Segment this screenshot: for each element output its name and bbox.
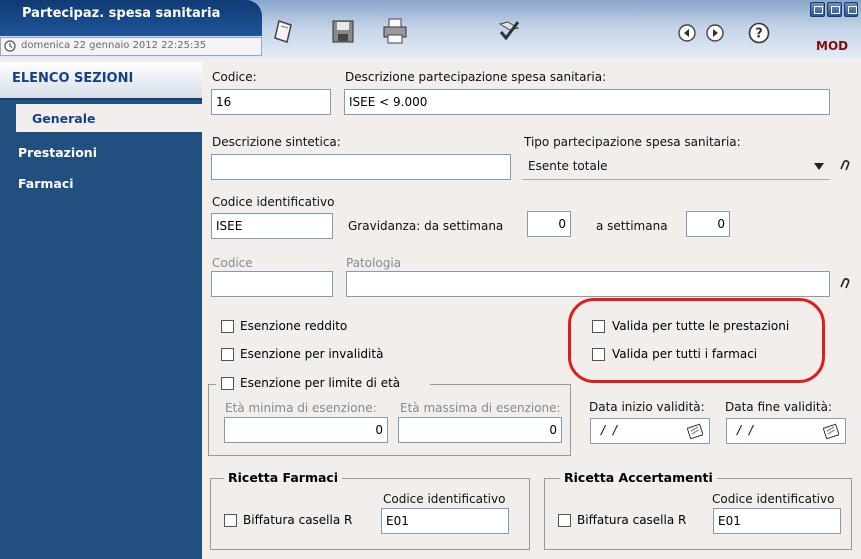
ricetta-farmaci-title: Ricetta Farmaci [224,470,343,485]
data-inizio-input[interactable]: / / [590,418,710,444]
ricetta-farmaci-biffatura-checkbox[interactable] [224,514,237,527]
minimize-button[interactable] [810,2,825,17]
a-settimana-label: a settimana [596,219,668,233]
codice-identificativo-input[interactable] [211,213,333,239]
eta-minima-label: Età minima di esenzione: [225,401,377,415]
data-fine-label: Data fine validità: [725,400,833,414]
esenzione-reddito-label: Esenzione reddito [240,319,348,333]
esenzione-eta-checkbox[interactable] [221,377,234,390]
tipo-partecipazione-label: Tipo partecipazione spesa sanitaria: [524,135,741,149]
back-icon[interactable] [678,24,696,42]
data-fine-input[interactable]: / / [726,418,846,444]
calendar-icon[interactable] [823,423,839,439]
gravidanza-a-input[interactable] [686,211,730,237]
valida-farmaci-label: Valida per tutti i farmaci [612,347,758,361]
highlight-annotation [568,298,825,383]
eta-massima-label: Età massima di esenzione: [400,401,561,415]
descrizione-sintetica-input[interactable] [211,154,511,180]
sidebar [0,62,202,559]
descrizione-sintetica-label: Descrizione sintetica: [212,135,341,149]
close-button[interactable] [844,2,858,17]
esenzione-invalidita-label: Esenzione per invalidità [240,347,384,361]
maximize-button[interactable] [827,2,842,17]
print-icon[interactable] [380,16,410,46]
valida-farmaci-checkbox[interactable] [592,348,605,361]
ricetta-farmaci-codice-input[interactable] [381,508,509,534]
tipo-partecipazione-value: Esente totale [528,159,608,173]
sidebar-header: ELENCO SEZIONI [0,62,202,100]
patologia-label: Patologia [346,256,402,270]
codice-label: Codice: [212,70,257,84]
ricetta-accertamenti-biffatura-checkbox[interactable] [558,514,571,527]
data-inizio-label: Data inizio validità: [589,400,705,414]
help-icon[interactable]: ? [748,22,770,44]
eta-massima-input[interactable] [398,417,562,443]
ricetta-accertamenti-codice-label: Codice identificativo [712,492,835,506]
chevron-down-icon[interactable] [814,163,824,171]
esenzione-invalidita-checkbox[interactable] [221,348,234,361]
new-document-icon[interactable] [270,16,300,46]
mode-indicator: MOD [816,39,849,53]
descrizione-input[interactable] [344,89,830,115]
ricetta-accertamenti-title: Ricetta Accertamenti [560,470,717,485]
codice-input[interactable] [211,89,331,115]
save-icon[interactable] [328,16,358,46]
link-icon[interactable] [838,158,852,172]
link-icon[interactable] [838,276,852,290]
eta-minima-input[interactable] [224,417,388,443]
patologia-input[interactable] [346,271,830,297]
patologia-codice-input[interactable] [211,271,333,297]
clock-icon [4,40,16,52]
descrizione-label: Descrizione partecipazione spesa sanitar… [345,70,607,84]
ricetta-accertamenti-codice-input[interactable] [713,508,841,534]
calendar-icon[interactable] [687,423,703,439]
svg-text:?: ? [755,27,763,42]
data-fine-value: / / [737,423,755,437]
datetime-display: domenica 22 gennaio 2012 22:25:35 [0,37,262,56]
tipo-partecipazione-select[interactable]: Esente totale [522,154,830,180]
valida-prestazioni-label: Valida per tutte le prestazioni [612,319,790,333]
confirm-check-icon[interactable] [494,16,524,46]
ricetta-farmaci-biffatura-label: Biffatura casella R [243,513,353,527]
sidebar-item-farmaci[interactable]: Farmaci [18,176,74,191]
sidebar-item-prestazioni[interactable]: Prestazioni [18,145,97,160]
sidebar-item-generale[interactable]: Generale [16,104,202,132]
gravidanza-da-input[interactable] [527,211,571,237]
data-inizio-value: / / [601,423,619,437]
window-title: Partecipaz. spesa sanitaria [0,0,262,36]
esenzione-reddito-checkbox[interactable] [221,320,234,333]
ricetta-farmaci-codice-label: Codice identificativo [383,492,506,506]
gravidanza-label: Gravidanza: da settimana [348,219,504,233]
codice-identificativo-label: Codice identificativo [212,195,335,209]
esenzione-eta-label: Esenzione per limite di età [240,376,401,390]
forward-icon[interactable] [706,24,724,42]
valida-prestazioni-checkbox[interactable] [592,320,605,333]
ricetta-accertamenti-biffatura-label: Biffatura casella R [577,513,687,527]
patologia-codice-label: Codice [212,256,253,270]
